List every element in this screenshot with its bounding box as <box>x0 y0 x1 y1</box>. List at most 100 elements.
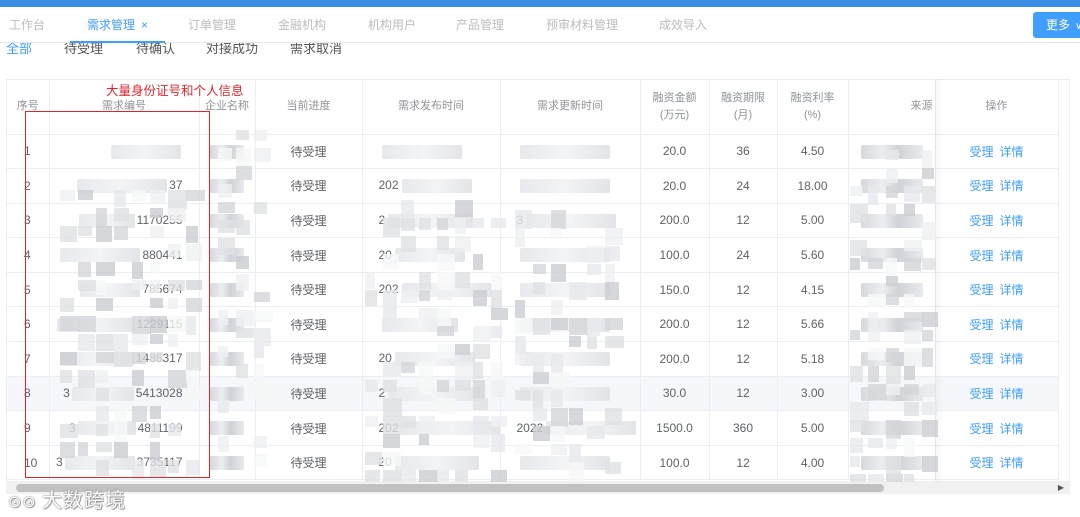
accept-link[interactable]: 受理 <box>969 179 993 193</box>
cell-amount: 20.0 <box>640 134 710 170</box>
detail-link[interactable]: 详情 <box>1000 179 1024 193</box>
cell-amount: 20.0 <box>640 168 710 204</box>
cell-progress: 待受理 <box>255 134 363 170</box>
cell-published: 202 <box>362 272 501 308</box>
col-header-rate: 融资利率 (%) <box>777 80 849 135</box>
cell-updated: 2022 <box>500 410 641 446</box>
redacted-block <box>519 456 610 471</box>
watermark-text: 大数跨境 <box>42 490 126 512</box>
accept-link[interactable]: 受理 <box>969 145 993 159</box>
published-text: 202 <box>378 178 399 193</box>
status-tab-success[interactable]: 对接成功 <box>206 43 258 57</box>
tab-financial-institutions[interactable]: 金融机构 <box>278 7 326 43</box>
cell-updated <box>500 445 641 481</box>
cell-actions: 受理 详情 <box>935 203 1059 239</box>
cell-term: 24 <box>709 237 778 273</box>
redacted-block <box>381 144 462 159</box>
redacted-block <box>394 456 479 471</box>
cell-source <box>848 445 936 481</box>
detail-link[interactable]: 详情 <box>1000 145 1024 159</box>
cell-term: 12 <box>709 376 778 412</box>
more-button[interactable]: 更多 ∨ <box>1033 12 1080 38</box>
redacted-block <box>210 213 244 228</box>
amount-label: 融资金额 <box>652 91 697 104</box>
col-header-progress: 当前进度 <box>255 80 363 135</box>
watermark: ⊙⊙ 大数跨境 <box>8 484 126 513</box>
detail-link[interactable]: 详情 <box>1000 456 1024 470</box>
cell-amount: 1500.0 <box>640 410 710 446</box>
cell-term: 12 <box>709 272 778 308</box>
cell-updated <box>500 376 641 412</box>
redacted-block <box>401 283 492 298</box>
published-text: 20 <box>378 351 392 366</box>
detail-link[interactable]: 详情 <box>1000 387 1024 401</box>
cell-term: 36 <box>709 134 778 170</box>
tab-product-management[interactable]: 产品管理 <box>456 7 504 43</box>
detail-link[interactable]: 详情 <box>1000 214 1024 228</box>
col-header-updated: 需求更新时间 <box>500 80 641 135</box>
tab-order-management[interactable]: 订单管理 <box>188 7 236 43</box>
scrollbar-thumb[interactable] <box>16 484 884 492</box>
cell-term: 360 <box>709 410 778 446</box>
status-tab-to-confirm[interactable]: 待确认 <box>136 43 175 57</box>
tab-institution-users[interactable]: 机构用户 <box>368 7 416 43</box>
detail-link[interactable]: 详情 <box>1000 283 1024 297</box>
term-unit: (月) <box>733 108 753 121</box>
detail-link[interactable]: 详情 <box>1000 249 1024 263</box>
redacted-block <box>860 179 923 194</box>
redacted-block <box>210 248 244 263</box>
redacted-block <box>519 179 610 194</box>
chevron-down-icon: ∨ <box>1075 21 1080 32</box>
redacted-block <box>394 352 475 367</box>
redacted-block <box>210 421 244 436</box>
updated-text: 2022 <box>516 420 544 435</box>
cell-actions: 受理 详情 <box>935 445 1059 481</box>
redacted-block <box>860 352 923 367</box>
status-tab-pending[interactable]: 待受理 <box>64 43 103 57</box>
status-tab-all[interactable]: 全部 <box>6 43 32 57</box>
amount-unit: (万元) <box>659 108 690 121</box>
cell-published: 2 <box>362 376 501 412</box>
cell-rate: 5.00 <box>777 203 849 239</box>
cell-actions: 受理 详情 <box>935 376 1059 412</box>
rate-label: 融资利率 <box>790 91 835 104</box>
col-header-term: 融资期限 (月) <box>709 80 778 135</box>
redacted-block <box>401 179 472 194</box>
accept-link[interactable]: 受理 <box>969 387 993 401</box>
status-tab-cancelled[interactable]: 需求取消 <box>290 43 342 57</box>
accept-link[interactable]: 受理 <box>969 249 993 263</box>
close-icon[interactable]: × <box>141 18 148 32</box>
tab-pre-review-materials[interactable]: 预审材料管理 <box>546 7 618 43</box>
cell-source <box>848 376 936 412</box>
detail-link[interactable]: 详情 <box>1000 318 1024 332</box>
redacted-block <box>526 213 617 228</box>
cell-actions: 受理 详情 <box>935 134 1059 170</box>
accept-link[interactable]: 受理 <box>969 352 993 366</box>
accept-link[interactable]: 受理 <box>969 283 993 297</box>
cell-rate: 4.00 <box>777 445 849 481</box>
rate-unit: (%) <box>803 108 822 121</box>
tab-demand-management[interactable]: 需求管理 × <box>70 7 166 43</box>
published-text: 20 <box>378 455 392 470</box>
more-label: 更多 <box>1046 18 1071 32</box>
accept-link[interactable]: 受理 <box>969 214 993 228</box>
redacted-block <box>519 386 610 401</box>
accept-link[interactable]: 受理 <box>969 318 993 332</box>
detail-link[interactable]: 详情 <box>1000 352 1024 366</box>
horizontal-scrollbar[interactable]: ▶ <box>6 482 1070 494</box>
cell-updated <box>500 134 641 170</box>
detail-link[interactable]: 详情 <box>1000 422 1024 436</box>
accept-link[interactable]: 受理 <box>969 422 993 436</box>
redacted-block <box>546 421 637 436</box>
tab-workbench[interactable]: 工作台 <box>9 7 45 43</box>
cell-source <box>848 272 936 308</box>
cell-source <box>848 410 936 446</box>
accept-link[interactable]: 受理 <box>969 456 993 470</box>
cell-updated <box>500 306 641 343</box>
tab-result-import[interactable]: 成效导入 <box>659 7 707 43</box>
redacted-block <box>860 386 923 401</box>
scroll-right-arrow-icon[interactable]: ▶ <box>1058 482 1064 494</box>
cell-source <box>848 134 936 170</box>
top-accent-bar <box>0 0 1080 7</box>
cell-amount: 150.0 <box>640 272 710 308</box>
